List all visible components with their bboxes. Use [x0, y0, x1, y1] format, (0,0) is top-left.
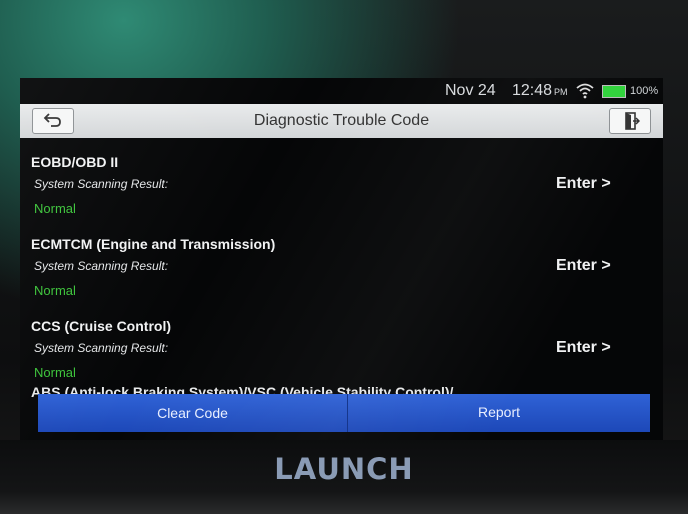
brand-logo: LAUNCH: [274, 452, 414, 486]
enter-button[interactable]: Enter >: [556, 175, 611, 193]
exit-door-icon: [625, 112, 640, 130]
status-normal: Normal: [34, 365, 76, 380]
title-bar: Diagnostic Trouble Code: [20, 104, 663, 138]
action-bar: Clear Code Report: [38, 394, 650, 432]
system-name: CCS (Cruise Control): [31, 318, 171, 334]
page-title: Diagnostic Trouble Code: [253, 112, 430, 129]
system-name: EOBD/OBD II: [31, 154, 119, 170]
status-bar: Nov 24 12:48 PM 100%: [20, 78, 663, 104]
scan-result-label: System Scanning Result:: [34, 259, 169, 273]
scan-result-label: System Scanning Result:: [34, 177, 169, 191]
enter-button[interactable]: Enter >: [556, 257, 611, 275]
status-normal: Normal: [34, 201, 76, 216]
list-item[interactable]: EOBD/OBD II System Scanning Result: Norm…: [20, 154, 663, 234]
list-item[interactable]: ECMTCM (Engine and Transmission) System …: [20, 236, 663, 316]
wifi-icon: [576, 83, 594, 99]
exit-button[interactable]: [609, 108, 651, 134]
report-button[interactable]: Report: [348, 394, 650, 432]
battery-percent: 100%: [630, 85, 659, 97]
status-date: Nov 24: [445, 82, 496, 99]
status-normal: Normal: [34, 283, 76, 298]
enter-button[interactable]: Enter >: [556, 339, 611, 357]
device-screen: Nov 24 12:48 PM 100% Diagnostic Trouble C…: [20, 78, 663, 443]
clear-code-button[interactable]: Clear Code: [38, 394, 348, 432]
scan-result-label: System Scanning Result:: [34, 341, 169, 355]
system-name: ECMTCM (Engine and Transmission): [31, 236, 276, 252]
battery-icon: [602, 85, 626, 98]
status-time: 12:48 PM: [512, 82, 568, 99]
